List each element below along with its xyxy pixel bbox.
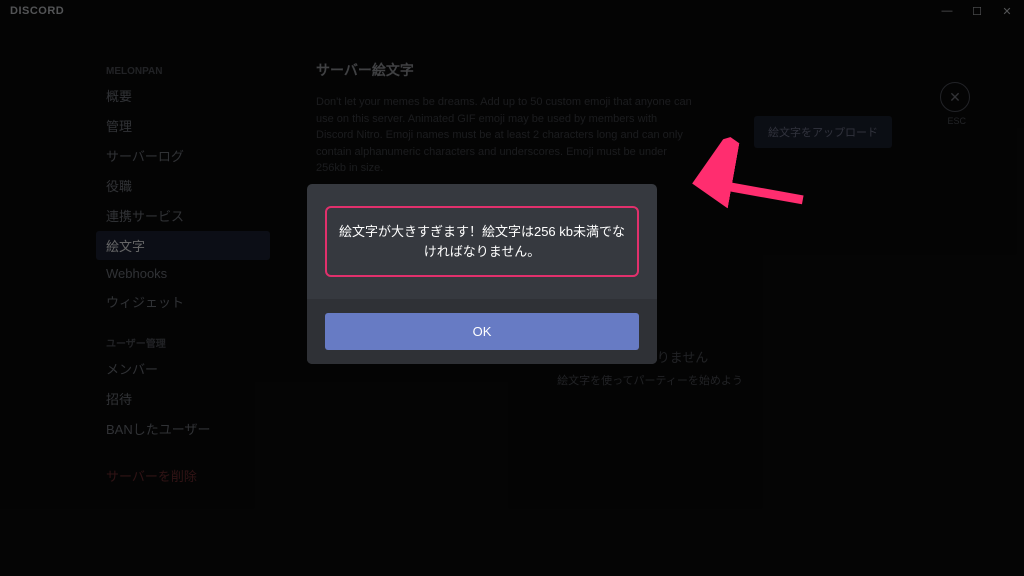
modal-footer: OK bbox=[307, 299, 657, 364]
modal-body: 絵文字が大きすぎます！絵文字は256 kb未満でなければなりません。 bbox=[307, 184, 657, 299]
error-modal: 絵文字が大きすぎます！絵文字は256 kb未満でなければなりません。 OK bbox=[307, 184, 657, 364]
ok-button[interactable]: OK bbox=[325, 313, 639, 350]
modal-backdrop: 絵文字が大きすぎます！絵文字は256 kb未満でなければなりません。 OK bbox=[0, 0, 1024, 576]
error-message: 絵文字が大きすぎます！絵文字は256 kb未満でなければなりません。 bbox=[325, 206, 639, 277]
